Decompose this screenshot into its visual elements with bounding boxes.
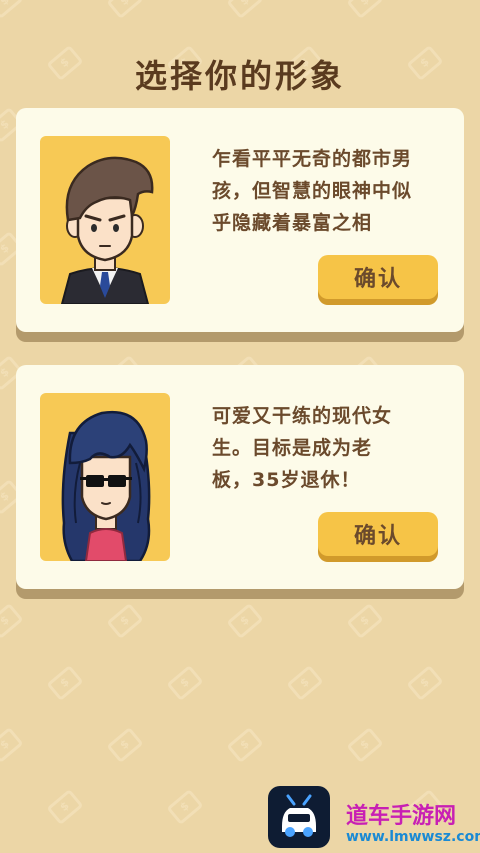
- sunglasses-woman-avatar-icon: [61, 410, 151, 561]
- money-pattern-icon: [0, 602, 24, 640]
- money-pattern-icon: [346, 0, 384, 20]
- money-pattern-icon: [46, 664, 84, 702]
- money-pattern-icon: [0, 726, 24, 764]
- money-pattern-icon: [346, 602, 384, 640]
- watermark-title: 道车手游网: [346, 804, 457, 829]
- watermark-url: www.lmwwsz.com: [346, 829, 480, 845]
- money-pattern-icon: [406, 664, 444, 702]
- money-pattern-icon: [166, 788, 204, 826]
- money-pattern-icon: [166, 664, 204, 702]
- money-pattern-icon: [106, 726, 144, 764]
- money-pattern-icon: [0, 0, 24, 20]
- page-title: 选择你的形象: [134, 57, 345, 95]
- male-description: 乍看平平无奇的都市男 孩，但智慧的眼神中似 乎隐藏着暴富之相: [212, 148, 413, 234]
- money-pattern-icon: [106, 602, 144, 640]
- male-portrait: [40, 136, 170, 304]
- watermark-logo-icon: [268, 786, 330, 848]
- female-portrait: [40, 393, 170, 561]
- businessman-avatar-icon: [60, 156, 154, 304]
- money-pattern-icon: [46, 788, 84, 826]
- character-card-male: 乍看平平无奇的都市男 孩，但智慧的眼神中似 乎隐藏着暴富之相 确认: [16, 108, 464, 332]
- confirm-button-female[interactable]: 确认: [318, 512, 438, 556]
- money-pattern-icon: [346, 726, 384, 764]
- money-pattern-icon: [286, 664, 324, 702]
- character-card-female: 可爱又干练的现代女 生。目标是成为老 板，35岁退休！ 确认: [16, 365, 464, 589]
- site-watermark: 道车手游网 www.lmwwsz.com: [268, 786, 480, 853]
- female-description: 可爱又干练的现代女 生。目标是成为老 板，35岁退休！: [212, 405, 393, 491]
- confirm-button-male[interactable]: 确认: [318, 255, 438, 299]
- money-pattern-icon: [226, 602, 264, 640]
- money-pattern-icon: [106, 0, 144, 20]
- money-pattern-icon: [226, 0, 264, 20]
- money-pattern-icon: [226, 726, 264, 764]
